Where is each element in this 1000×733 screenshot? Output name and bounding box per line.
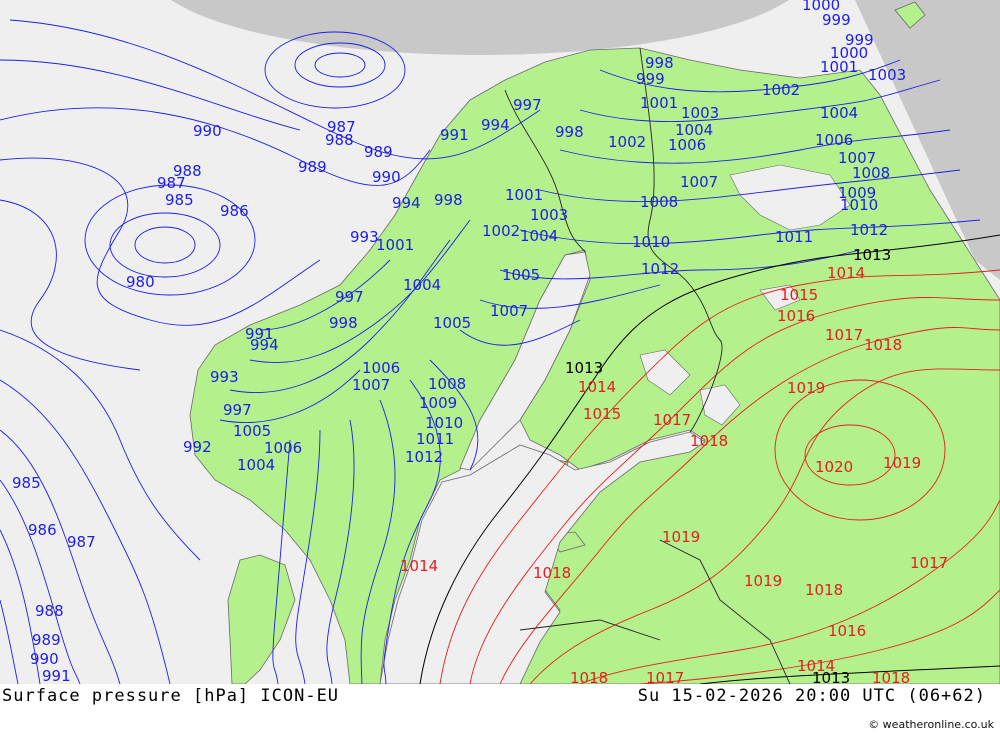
isobar-label: 992 (183, 438, 212, 456)
isobar-label: 1018 (570, 669, 608, 684)
isobar-label: 1003 (868, 66, 906, 84)
isobar-label: 989 (32, 631, 61, 649)
isobar-label: 1009 (419, 394, 457, 412)
map-footer: Surface pressure [hPa] ICON-EU Su 15-02-… (0, 684, 1000, 733)
map-title: Surface pressure [hPa] ICON-EU (2, 686, 340, 706)
isobar-label: 1001 (820, 58, 858, 76)
isobar-label: 1008 (428, 375, 466, 393)
isobar-label: 1013 (812, 669, 850, 684)
isobar-label: 988 (325, 131, 354, 149)
isobar-label: 1012 (850, 221, 888, 239)
isobar-label: 1002 (482, 222, 520, 240)
isobar-label: 1011 (775, 228, 813, 246)
isobar-label: 1001 (505, 186, 543, 204)
isobar-label: 1005 (233, 422, 271, 440)
isobar-label: 1012 (641, 260, 679, 278)
isobar-label: 1010 (632, 233, 670, 251)
isobar-label: 985 (165, 191, 194, 209)
isobar-label: 1017 (653, 411, 691, 429)
isobar-label: 993 (350, 228, 379, 246)
isobar-label: 1018 (805, 581, 843, 599)
isobar-label: 1008 (640, 193, 678, 211)
isobar-label: 1004 (820, 104, 858, 122)
isobar-label: 990 (372, 168, 401, 186)
isobar-label: 1003 (530, 206, 568, 224)
isobar-label: 1003 (681, 104, 719, 122)
isobar-label: 1013 (565, 359, 603, 377)
isobar-label: 999 (822, 11, 851, 29)
isobar-label: 998 (434, 191, 463, 209)
isobar-label: 1008 (852, 164, 890, 182)
isobar-label: 987 (157, 174, 186, 192)
isobar-label: 1002 (608, 133, 646, 151)
isobar-label: 1015 (780, 286, 818, 304)
isobar-label: 993 (210, 368, 239, 386)
isobar-label: 1019 (787, 379, 825, 397)
isobar-label: 997 (513, 96, 542, 114)
isobar-label: 988 (35, 602, 64, 620)
isobar-label: 1018 (690, 432, 728, 450)
isobar-label: 1013 (853, 246, 891, 264)
isobar-label: 1004 (520, 227, 558, 245)
isobar-label: 1004 (403, 276, 441, 294)
isobar-label: 1019 (744, 572, 782, 590)
isobar-label: 1016 (777, 307, 815, 325)
isobar-label: 991 (440, 126, 469, 144)
isobar-label: 1005 (433, 314, 471, 332)
isobar-label: 989 (298, 158, 327, 176)
isobar-label: 1004 (237, 456, 275, 474)
isobar-label: 1017 (646, 669, 684, 684)
isobar-label: 991 (42, 667, 71, 684)
isobar-label: 998 (329, 314, 358, 332)
isobar-label: 1007 (490, 302, 528, 320)
isobar-label: 1006 (668, 136, 706, 154)
isobar-label: 994 (250, 336, 279, 354)
isobar-label: 980 (126, 273, 155, 291)
isobar-label: 1017 (910, 554, 948, 572)
map-canvas: 100099999910001001 1003998999100210011004… (0, 0, 1000, 684)
isobar-label: 987 (67, 533, 96, 551)
isobar-label: 1011 (416, 430, 454, 448)
isobar-label: 1002 (762, 81, 800, 99)
isobar-label: 1007 (352, 376, 390, 394)
isobar-label: 1017 (825, 326, 863, 344)
isobar-label: 990 (193, 122, 222, 140)
isobar-label: 1005 (502, 266, 540, 284)
isobar-label: 1014 (827, 264, 865, 282)
isobar-label: 1016 (828, 622, 866, 640)
isobar-label: 998 (555, 123, 584, 141)
isobar-label: 1014 (578, 378, 616, 396)
isobar-label: 1018 (864, 336, 902, 354)
isobar-label: 1006 (815, 131, 853, 149)
isobar-label: 1001 (376, 236, 414, 254)
isobar-label: 1012 (405, 448, 443, 466)
isobar-label: 1019 (883, 454, 921, 472)
isobar-label: 1007 (680, 173, 718, 191)
isobar-label: 997 (335, 288, 364, 306)
isobar-label: 1014 (400, 557, 438, 575)
isobar-label: 1010 (840, 196, 878, 214)
isobar-label: 1001 (640, 94, 678, 112)
pressure-map[interactable]: 1000 999 999 1000 1001 1003 998 999 1002 1001 1004… (0, 0, 1000, 684)
isobar-label: 985 (12, 474, 41, 492)
isobar-label: 1018 (872, 669, 910, 684)
valid-time: Su 15-02-2026 20:00 UTC (06+62) (637, 686, 986, 706)
isobar-label: 1019 (662, 528, 700, 546)
isobar-label: 989 (364, 143, 393, 161)
isobar-label: 994 (392, 194, 421, 212)
credit-link[interactable]: © weatheronline.co.uk (868, 718, 994, 731)
isobar-label: 990 (30, 650, 59, 668)
isobar-label: 1006 (362, 359, 400, 377)
isobar-label: 1006 (264, 439, 302, 457)
isobar-label: 997 (223, 401, 252, 419)
isobar-label: 1015 (583, 405, 621, 423)
isobar-label: 994 (481, 116, 510, 134)
isobar-label: 999 (636, 70, 665, 88)
isobar-label: 1020 (815, 458, 853, 476)
isobar-label: 986 (220, 202, 249, 220)
isobar-label: 986 (28, 521, 57, 539)
isobar-label: 1018 (533, 564, 571, 582)
